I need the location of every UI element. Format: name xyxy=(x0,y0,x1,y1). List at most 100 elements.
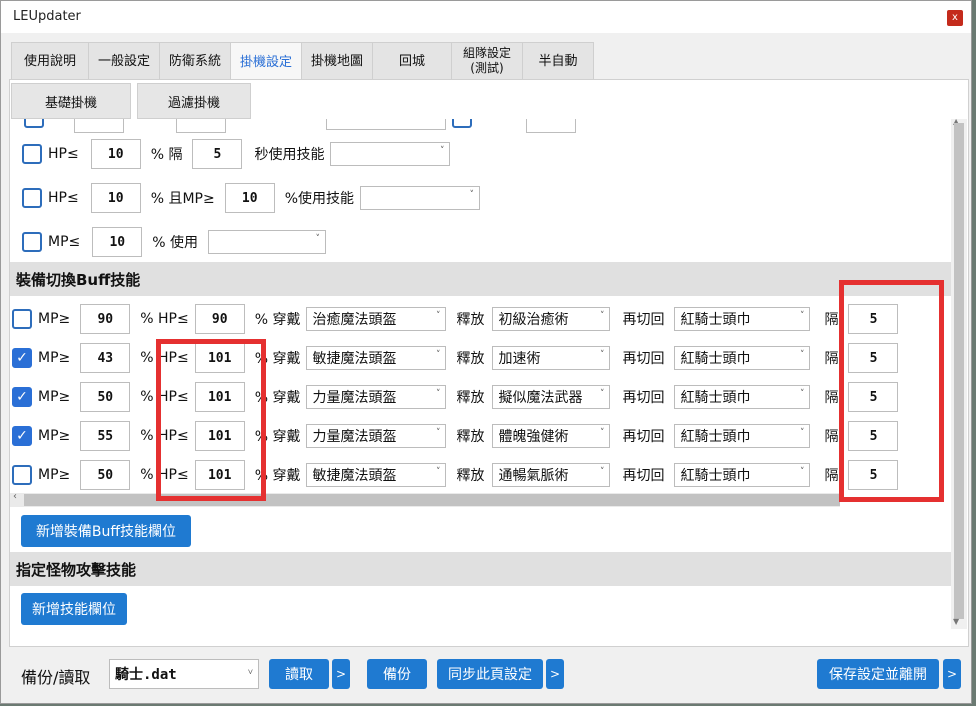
switch-back-equip-select[interactable]: 紅騎士頭巾 ˅ xyxy=(674,307,811,331)
chevron-down-icon: ˅ xyxy=(435,350,441,360)
mp-label: MP≥ xyxy=(38,350,71,366)
chevron-down-icon: ˅ xyxy=(435,389,441,399)
save-and-exit-button[interactable]: 保存設定並離開 xyxy=(817,659,939,689)
release-label: 釋放 xyxy=(456,468,485,484)
backup-file-select[interactable]: 騎士.dat ˅ xyxy=(109,659,259,689)
switch-back-equip-select[interactable]: 紅騎士頭巾 ˅ xyxy=(674,463,811,487)
hp-rule-1-checkbox[interactable] xyxy=(22,144,42,164)
tab-general[interactable]: 一般設定 xyxy=(88,42,160,79)
close-button[interactable]: x xyxy=(947,10,963,26)
skill-select[interactable]: 加速術 ˅ xyxy=(492,346,611,370)
hp-threshold-field[interactable]: 90 xyxy=(194,304,245,334)
equip-select[interactable]: 敏捷魔法頭盔 ˅ xyxy=(306,346,447,370)
mp-rule-checkbox[interactable] xyxy=(22,232,42,252)
switch-back-equip-select[interactable]: 紅騎士頭巾 ˅ xyxy=(674,346,811,370)
release-label: 釋放 xyxy=(456,351,485,367)
chevron-down-icon: ˅ xyxy=(799,389,805,399)
monster-skill-section-header: 指定怪物攻擊技能 xyxy=(10,552,951,586)
skill-select[interactable]: 擬似魔法武器 ˅ xyxy=(492,385,611,409)
save-more-button[interactable]: > xyxy=(943,659,961,689)
chevron-down-icon: ˅ xyxy=(799,428,805,438)
mp-label: MP≥ xyxy=(38,467,71,483)
mp-label: MP≥ xyxy=(38,428,71,444)
mp-threshold-field[interactable]: 50 xyxy=(80,460,131,490)
subtab-basic[interactable]: 基礎掛機 xyxy=(11,83,131,119)
chevron-down-icon: ˅ xyxy=(599,350,605,360)
value-field[interactable] xyxy=(74,119,124,133)
hp-label: HP≤ xyxy=(48,146,79,162)
equip-select[interactable]: 敏捷魔法頭盔 ˅ xyxy=(306,463,447,487)
scroll-down-icon[interactable]: ▼ xyxy=(953,617,959,626)
equip-buff-checkbox[interactable] xyxy=(12,465,32,485)
value-field[interactable] xyxy=(176,119,226,133)
release-label: 釋放 xyxy=(456,312,485,328)
checkbox[interactable] xyxy=(24,119,44,128)
mp-label: MP≥ xyxy=(38,389,71,405)
use-skill-label: 秒使用技能 xyxy=(254,147,325,163)
pct-interval-label: % 隔 xyxy=(150,147,183,163)
sync-page-button[interactable]: 同步此頁設定 xyxy=(437,659,543,689)
mp-threshold-field[interactable]: 10 xyxy=(92,227,143,257)
chevron-down-icon: ˅ xyxy=(435,428,441,438)
release-label: 釋放 xyxy=(456,429,485,445)
tab-afk-map[interactable]: 掛機地圖 xyxy=(301,42,373,79)
checkbox[interactable] xyxy=(452,119,472,128)
tab-return-town[interactable]: 回城 xyxy=(372,42,452,79)
mp-rule-skill-select[interactable]: ˅ xyxy=(208,230,327,254)
hp-rule-2-skill-select[interactable]: ˅ xyxy=(360,186,481,210)
use-skill-label: %使用技能 xyxy=(284,191,355,207)
equip-select[interactable]: 治癒魔法頭盔 ˅ xyxy=(306,307,447,331)
equip-buff-checkbox[interactable] xyxy=(12,426,32,446)
horizontal-scroll-thumb[interactable] xyxy=(24,494,840,506)
hp-threshold-field[interactable]: 10 xyxy=(90,183,141,213)
mp-threshold-field[interactable]: 10 xyxy=(224,183,275,213)
backup-button[interactable]: 備份 xyxy=(367,659,427,689)
switch-back-label: 再切回 xyxy=(622,468,665,484)
equip-buff-checkbox[interactable] xyxy=(12,309,32,329)
selected-skill: 擬似魔法武器 xyxy=(498,390,583,406)
add-skill-button[interactable]: 新增技能欄位 xyxy=(21,593,127,625)
scroll-left-icon[interactable]: ‹ xyxy=(13,491,17,502)
bottom-bar: 備份/讀取 騎士.dat ˅ 讀取 > 備份 同步此頁設定 > 保存設定並離開 > xyxy=(9,649,969,701)
section-title: 裝備切換Buff技能 xyxy=(16,270,141,289)
horizontal-scrollbar[interactable]: ‹ xyxy=(10,491,840,507)
tab-semi-auto[interactable]: 半自動 xyxy=(522,42,594,79)
selected-skill: 通暢氣脈術 xyxy=(498,468,569,484)
sync-more-button[interactable]: > xyxy=(546,659,564,689)
skill-select[interactable]: 通暢氣脈術 ˅ xyxy=(492,463,611,487)
tab-afk-settings[interactable]: 掛機設定 xyxy=(230,42,302,81)
skill-select[interactable] xyxy=(326,119,446,130)
interval-field[interactable]: 5 xyxy=(192,139,243,169)
read-button[interactable]: 讀取 xyxy=(269,659,329,689)
mp-threshold-field[interactable]: 55 xyxy=(80,421,131,451)
switch-back-equip-select[interactable]: 紅騎士頭巾 ˅ xyxy=(674,424,811,448)
read-more-button[interactable]: > xyxy=(332,659,350,689)
tab-party[interactable]: 組隊設定 (測試) xyxy=(451,42,523,79)
equip-select[interactable]: 力量魔法頭盔 ˅ xyxy=(306,385,447,409)
subtab-filter[interactable]: 過濾掛機 xyxy=(137,83,251,119)
hp-rule-1-skill-select[interactable]: ˅ xyxy=(330,142,451,166)
equip-select[interactable]: 力量魔法頭盔 ˅ xyxy=(306,424,447,448)
switch-back-equip-select[interactable]: 紅騎士頭巾 ˅ xyxy=(674,385,811,409)
hp-rule-row-2: HP≤ 10 % 且MP≥ 10 %使用技能 ˅ xyxy=(22,183,481,213)
value-field[interactable] xyxy=(526,119,576,133)
mp-threshold-field[interactable]: 50 xyxy=(80,382,131,412)
tab-usage[interactable]: 使用說明 xyxy=(11,42,89,79)
hp-rule-2-checkbox[interactable] xyxy=(22,188,42,208)
wear-label: % 穿戴 xyxy=(254,312,301,328)
hp-threshold-field[interactable]: 10 xyxy=(90,139,141,169)
vertical-scrollbar[interactable]: ▲ ▼ xyxy=(951,117,967,629)
mp-threshold-field[interactable]: 90 xyxy=(80,304,131,334)
backup-read-label: 備份/讀取 xyxy=(21,668,91,687)
skill-select[interactable]: 初級治癒術 ˅ xyxy=(492,307,611,331)
mp-label: MP≥ xyxy=(38,311,71,327)
skill-select[interactable]: 體魄強健術 ˅ xyxy=(492,424,611,448)
switch-back-label: 再切回 xyxy=(622,312,665,328)
mp-threshold-field[interactable]: 43 xyxy=(80,343,131,373)
equip-buff-checkbox[interactable] xyxy=(12,387,32,407)
tab-defense[interactable]: 防衛系統 xyxy=(159,42,231,79)
equip-buff-checkbox[interactable] xyxy=(12,348,32,368)
add-equip-buff-button[interactable]: 新增裝備Buff技能欄位 xyxy=(21,515,191,547)
vertical-scroll-thumb[interactable] xyxy=(954,123,964,619)
chevron-down-icon: ˅ xyxy=(439,146,445,156)
